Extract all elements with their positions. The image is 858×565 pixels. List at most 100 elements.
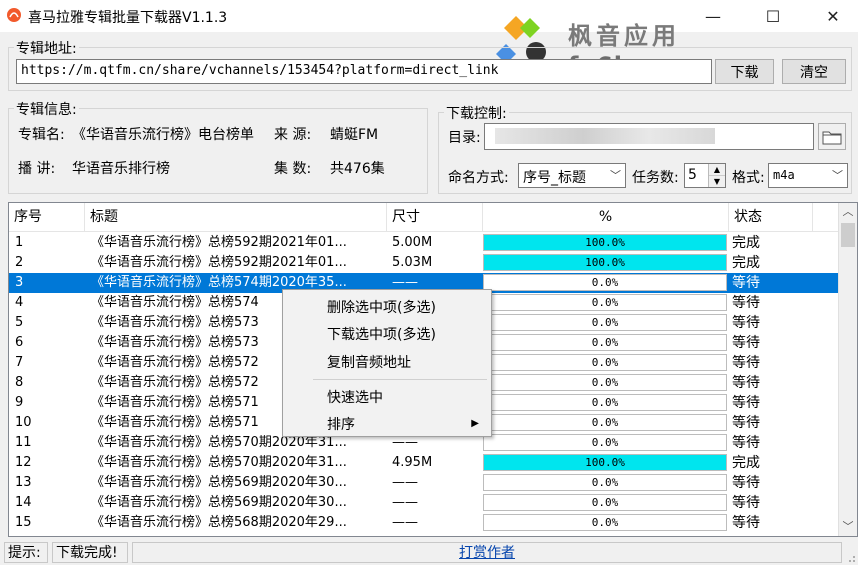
row-size: 4.95M xyxy=(392,455,433,470)
progress-percent: 0.0% xyxy=(591,476,619,489)
album-name-label: 专辑名: xyxy=(18,127,65,143)
donate-author-link[interactable]: 打赏作者 xyxy=(132,542,842,563)
row-progress-bar: 100.0% xyxy=(483,454,727,471)
chevron-down-icon: ﹀ xyxy=(832,169,843,182)
album-address-label: 专辑地址: xyxy=(14,38,79,58)
row-index: 15 xyxy=(15,515,32,530)
row-index: 5 xyxy=(15,315,24,330)
table-row[interactable]: 14 《华语音乐流行榜》总榜569期2020年30... —— 0.0% 等待 xyxy=(9,493,839,513)
directory-input[interactable] xyxy=(484,123,814,150)
row-status: 完成 xyxy=(732,455,760,471)
menu-item-quick-select[interactable]: 快速选中 xyxy=(327,387,383,407)
album-info-label: 专辑信息: xyxy=(14,99,79,119)
source-value: 蜻蜓FM xyxy=(330,127,379,143)
row-index: 2 xyxy=(15,255,24,270)
progress-percent: 0.0% xyxy=(591,436,619,449)
row-index: 9 xyxy=(15,395,24,410)
row-status: 等待 xyxy=(732,375,760,391)
row-index: 7 xyxy=(15,355,24,370)
list-header: 序号 标题 尺寸 % 状态 xyxy=(9,203,839,232)
header-percent[interactable]: % xyxy=(483,203,729,231)
row-progress-bar: 0.0% xyxy=(483,474,727,491)
row-progress-bar: 0.0% xyxy=(483,274,727,291)
row-size: —— xyxy=(392,495,418,510)
row-status: 等待 xyxy=(732,315,760,331)
row-title: 《华语音乐流行榜》总榜592期2021年01... xyxy=(91,235,347,250)
chevron-down-icon: ﹀ xyxy=(610,169,621,182)
naming-label: 命名方式: xyxy=(448,170,509,186)
row-index: 4 xyxy=(15,295,24,310)
header-size[interactable]: 尺寸 xyxy=(387,203,483,231)
maximize-button[interactable]: ☐ xyxy=(750,0,796,32)
progress-percent: 0.0% xyxy=(591,356,619,369)
row-status: 等待 xyxy=(732,395,760,411)
format-label: 格式: xyxy=(732,170,765,186)
vertical-scrollbar[interactable]: ︿ ﹀ xyxy=(838,203,857,536)
row-index: 3 xyxy=(15,275,24,290)
album-url-value: https://m.qtfm.cn/share/vchannels/153454… xyxy=(21,63,499,78)
row-index: 10 xyxy=(15,415,32,430)
close-button[interactable]: ✕ xyxy=(810,0,856,32)
row-title: 《华语音乐流行榜》总榜568期2020年29... xyxy=(91,515,347,530)
menu-item-sort[interactable]: 排序 xyxy=(327,414,355,434)
resize-grip-icon[interactable] xyxy=(844,551,856,563)
progress-percent: 0.0% xyxy=(591,516,619,529)
progress-percent: 0.0% xyxy=(591,336,619,349)
header-status[interactable]: 状态 xyxy=(729,203,813,231)
clear-button[interactable]: 清空 xyxy=(782,59,846,84)
row-status: 等待 xyxy=(732,335,760,351)
row-status: 等待 xyxy=(732,355,760,371)
table-row[interactable]: 2 《华语音乐流行榜》总榜592期2021年01... 5.03M 100.0% 完成 xyxy=(9,253,839,273)
row-progress-bar: 0.0% xyxy=(483,374,727,391)
progress-percent: 0.0% xyxy=(591,396,619,409)
submenu-arrow-icon: ▶ xyxy=(471,418,479,429)
row-status: 完成 xyxy=(732,255,760,271)
download-button[interactable]: 下载 xyxy=(715,59,774,84)
scroll-down-icon[interactable]: ﹀ xyxy=(839,518,857,536)
row-index: 11 xyxy=(15,435,32,450)
tasks-value: 5 xyxy=(688,167,697,183)
row-status: 等待 xyxy=(732,515,760,531)
context-menu: 删除选中项(多选) 下载选中项(多选) 复制音频地址 快速选中 排序 ▶ xyxy=(282,289,492,437)
folder-icon xyxy=(822,131,842,144)
header-index[interactable]: 序号 xyxy=(9,203,85,231)
row-progress-bar: 0.0% xyxy=(483,314,727,331)
window-title: 喜马拉雅专辑批量下载器V1.1.3 xyxy=(28,10,228,26)
album-url-input[interactable]: https://m.qtfm.cn/share/vchannels/153454… xyxy=(16,59,712,84)
row-progress-bar: 0.0% xyxy=(483,334,727,351)
progress-percent: 100.0% xyxy=(585,456,625,469)
scroll-thumb[interactable] xyxy=(841,223,855,247)
naming-value: 序号_标题 xyxy=(523,170,586,186)
stepper-buttons[interactable]: ▲ ▼ xyxy=(708,164,725,187)
row-index: 13 xyxy=(15,475,32,490)
browse-folder-button[interactable] xyxy=(818,123,846,150)
minimize-button[interactable]: — xyxy=(690,0,736,32)
row-status: 等待 xyxy=(732,435,760,451)
naming-select[interactable]: 序号_标题 ﹀ xyxy=(518,163,626,188)
table-row[interactable]: 13 《华语音乐流行榜》总榜569期2020年30... —— 0.0% 等待 xyxy=(9,473,839,493)
progress-percent: 100.0% xyxy=(585,236,625,249)
tasks-stepper[interactable]: 5 ▲ ▼ xyxy=(684,163,726,188)
stepper-down-icon[interactable]: ▼ xyxy=(709,175,725,187)
scroll-up-icon[interactable]: ︿ xyxy=(839,203,857,221)
header-title[interactable]: 标题 xyxy=(85,203,387,231)
progress-percent: 0.0% xyxy=(591,416,619,429)
table-row[interactable]: 1 《华语音乐流行榜》总榜592期2021年01... 5.00M 100.0% 完成 xyxy=(9,233,839,253)
status-bar: 提示: 下载完成! 打赏作者 xyxy=(0,540,858,565)
row-progress-bar: 0.0% xyxy=(483,414,727,431)
menu-item-download-selected[interactable]: 下载选中项(多选) xyxy=(327,324,436,344)
menu-item-copy-audio-url[interactable]: 复制音频地址 xyxy=(327,352,411,372)
menu-item-delete-selected[interactable]: 删除选中项(多选) xyxy=(327,297,436,317)
format-select[interactable]: m4a ﹀ xyxy=(768,163,848,188)
table-row[interactable]: 12 《华语音乐流行榜》总榜570期2020年31... 4.95M 100.0% 完成 xyxy=(9,453,839,473)
row-progress-bar: 0.0% xyxy=(483,494,727,511)
stepper-up-icon[interactable]: ▲ xyxy=(709,164,725,175)
episodes-value: 共476集 xyxy=(330,161,385,177)
table-row[interactable]: 15 《华语音乐流行榜》总榜568期2020年29... —— 0.0% 等待 xyxy=(9,513,839,533)
row-status: 等待 xyxy=(732,295,760,311)
row-index: 14 xyxy=(15,495,32,510)
title-bar: 喜马拉雅专辑批量下载器V1.1.3 — ☐ ✕ xyxy=(0,0,858,32)
row-status: 等待 xyxy=(732,415,760,431)
row-progress-bar: 0.0% xyxy=(483,354,727,371)
progress-percent: 100.0% xyxy=(585,256,625,269)
